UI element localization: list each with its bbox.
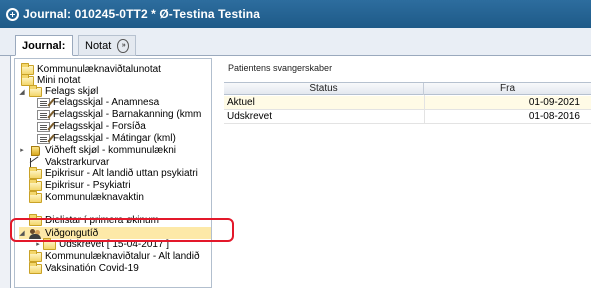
- folder-icon: [29, 190, 42, 203]
- form-edit-icon: [37, 109, 50, 120]
- table-row[interactable]: Aktuel 01-09-2021: [224, 96, 591, 110]
- title-bar: Journal: 010245-0TT2 * Ø-Testina Testina: [0, 0, 591, 28]
- tab-journal-label: Journal:: [22, 39, 66, 52]
- tree-item[interactable]: Vakstrarkurvar: [29, 157, 109, 168]
- folder-icon: [29, 178, 42, 191]
- annotation-highlight: [10, 218, 234, 242]
- tree-item-label: Felagsskjal - Forsíða: [53, 120, 146, 132]
- tree-item[interactable]: Epikrisur - Alt landið uttan psykiatri: [29, 166, 198, 179]
- column-header-status[interactable]: Status: [224, 83, 424, 95]
- tab-strip: Journal: Notat »: [0, 28, 591, 56]
- table-row[interactable]: Udskrevet 01-08-2016: [224, 110, 591, 124]
- folder-icon: [29, 249, 42, 262]
- tree-item-label: Felagsskjal - Mátingar (kml): [53, 132, 176, 144]
- tree-item[interactable]: Felagsskjal - Mátingar (kml): [37, 133, 176, 144]
- tree-item[interactable]: Felagsskjal - Forsíða: [37, 121, 146, 132]
- form-edit-icon: [37, 97, 50, 108]
- folder-icon: [29, 261, 42, 274]
- tree-item-label: Felags skjøl: [45, 85, 99, 97]
- column-header-fra[interactable]: Fra: [424, 83, 591, 95]
- attachment-icon: [31, 145, 40, 156]
- tree-item-label: Vaksinatión Covid-19: [45, 262, 139, 274]
- window-title: Journal: 010245-0TT2 * Ø-Testina Testina: [23, 7, 260, 21]
- expand-arrow-icon[interactable]: ▸: [18, 146, 26, 154]
- tree-item[interactable]: Kommunulæknaviðtalur - Alt landið: [29, 249, 200, 262]
- tree-item-label: Viðheft skjøl - kommunulækni: [45, 144, 176, 156]
- tree-item-label: Kommunulæknaviðtalur - Alt landið: [45, 250, 200, 262]
- double-chevron-icon[interactable]: »: [117, 38, 129, 53]
- add-circle-icon: [6, 7, 19, 21]
- pregnancy-grid: Patientens svangerskaber Status Fra Aktu…: [224, 58, 591, 288]
- tree-item-label: Kommunulæknaviðtalunotat: [37, 63, 161, 75]
- form-edit-icon: [37, 121, 50, 132]
- tree-item-label: Epikrisur - Alt landið uttan psykiatri: [45, 167, 198, 179]
- tree-item[interactable]: Viðheft skjøl - kommunulækni: [29, 145, 176, 156]
- grid-caption: Patientens svangerskaber: [228, 63, 333, 73]
- column-divider: [424, 95, 425, 123]
- tab-notat[interactable]: Notat »: [78, 35, 136, 56]
- cell-status: Aktuel: [227, 97, 255, 108]
- cell-status: Udskrevet: [227, 111, 273, 122]
- tree-item-label: Felagsskjal - Anamnesa: [53, 96, 160, 108]
- tree-item-label: Vakstrarkurvar: [45, 156, 110, 168]
- tree-item[interactable]: Felagsskjal - Anamnesa: [37, 97, 159, 108]
- journal-window: Journal: 010245-0TT2 * Ø-Testina Testina…: [0, 0, 591, 288]
- tree-item[interactable]: Kommunulæknaviðtalunotat: [21, 62, 161, 75]
- tree-item-label: Kommunulæknavaktin: [45, 191, 144, 203]
- cell-fra: 01-09-2021: [528, 97, 580, 108]
- tree-item-label: Felagsskjal - Barnakanning (kmm: [53, 108, 202, 120]
- tree-item-label: Epikrisur - Psykiatri: [45, 179, 131, 191]
- tree-item[interactable]: Felagsskjal - Barnakanning (kmm: [37, 109, 201, 120]
- tree-item[interactable]: Vaksinatión Covid-19: [29, 261, 139, 274]
- form-edit-icon: [37, 133, 50, 144]
- journal-tree: Kommunulæknaviðtalunotat Mini notat ◢ Fe…: [14, 58, 212, 288]
- tree-item[interactable]: Kommunulæknavaktin: [29, 190, 144, 203]
- tab-notat-label: Notat: [85, 39, 112, 52]
- tree-item[interactable]: Epikrisur - Psykiatri: [29, 178, 131, 191]
- tree-item-label: Mini notat: [37, 74, 81, 86]
- folder-icon: [29, 84, 42, 97]
- tree-item[interactable]: Felags skjøl: [29, 84, 99, 97]
- grid-header: Status Fra: [224, 82, 591, 95]
- tab-journal[interactable]: Journal:: [15, 35, 73, 56]
- collapse-arrow-icon[interactable]: ◢: [18, 88, 26, 96]
- cell-fra: 01-08-2016: [528, 111, 580, 122]
- folder-icon: [29, 166, 42, 179]
